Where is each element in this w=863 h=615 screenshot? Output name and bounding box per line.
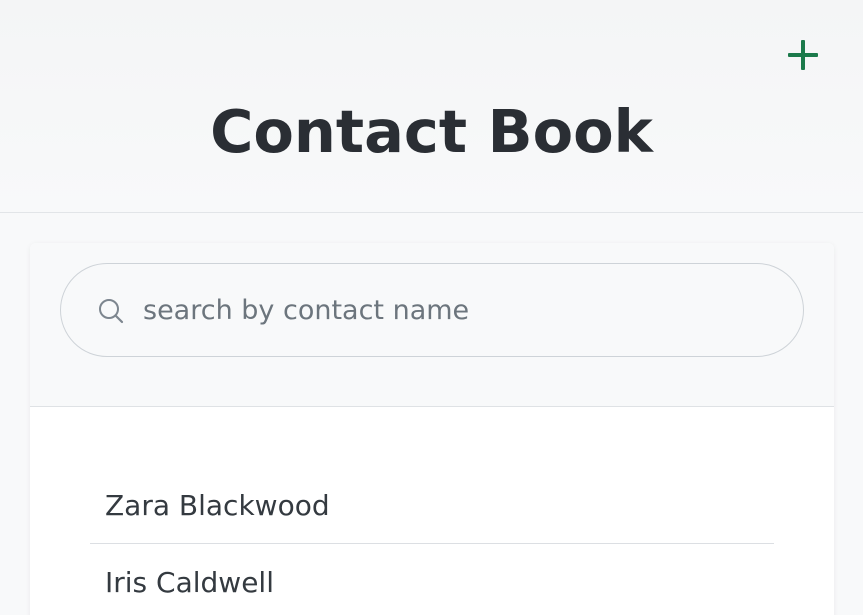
search-section — [30, 243, 834, 407]
contact-name: Iris Caldwell — [105, 565, 274, 599]
contact-book-app: Contact Book Zara Blackwood Iris Caldwel… — [0, 0, 863, 615]
contact-list-item[interactable]: Zara Blackwood — [90, 468, 774, 544]
search-box[interactable] — [60, 263, 804, 357]
search-icon — [99, 299, 124, 324]
contact-name: Zara Blackwood — [105, 489, 330, 522]
add-contact-button[interactable] — [782, 34, 824, 76]
contact-list-item[interactable]: Iris Caldwell — [90, 544, 774, 615]
header: Contact Book — [0, 0, 863, 213]
contact-list: Zara Blackwood Iris Caldwell — [90, 468, 774, 615]
contacts-card: Zara Blackwood Iris Caldwell — [30, 243, 834, 615]
search-input[interactable] — [143, 264, 783, 356]
plus-icon — [788, 40, 818, 70]
page-title: Contact Book — [210, 97, 653, 166]
